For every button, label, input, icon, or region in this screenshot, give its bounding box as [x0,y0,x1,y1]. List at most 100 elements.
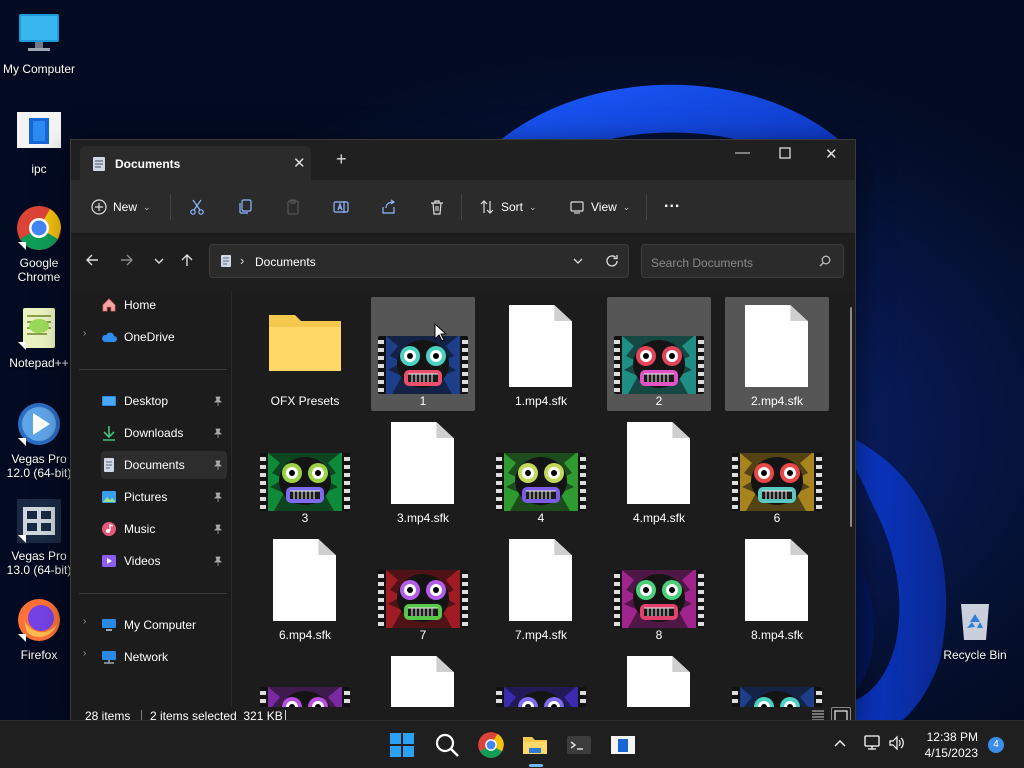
desktop-icon-label: Vegas Pro 13.0 (64-bit) [6,549,72,577]
file-name: 2.mp4.sfk [750,394,804,408]
search-placeholder: Search Documents [651,256,754,270]
folder-icon [523,737,547,754]
file-item[interactable]: 4 [489,414,593,528]
desktop-icon-label: My Computer [2,62,76,76]
taskbar-ipc[interactable] [609,731,637,759]
vertical-scrollbar[interactable] [847,291,855,707]
nav-item-downloads[interactable]: Downloads [101,419,227,447]
network-status-icon[interactable] [863,735,881,754]
video-thumbnail [496,453,586,511]
desktop-icon-label: Vegas Pro 12.0 (64-bit) [6,452,72,480]
file-item[interactable] [253,648,357,707]
generic-file-icon [509,539,572,621]
separator [461,194,462,220]
nav-item-onedrive[interactable]: OneDrive [101,323,227,351]
show-hidden-icons-button[interactable] [833,737,847,752]
file-item[interactable] [607,648,711,707]
nav-divider [79,593,227,594]
nav-item-music[interactable]: Music [101,515,227,543]
new-tab-button[interactable]: + [336,150,347,168]
close-tab-icon[interactable]: ✕ [293,154,306,172]
taskbar-file-explorer[interactable] [521,731,551,767]
file-item[interactable]: 8.mp4.sfk [725,531,829,645]
view-label: View [591,200,617,214]
video-thumbnail [614,570,704,628]
desktop-icon-recycle-bin[interactable]: Recycle Bin [936,596,1014,662]
file-item[interactable]: OFX Presets [253,297,357,411]
file-item[interactable]: 8 [607,531,711,645]
copy-button[interactable] [237,197,253,217]
taskbar-chrome[interactable] [477,731,505,759]
desktop-icon-chrome[interactable]: Google Chrome [0,204,78,284]
volume-icon[interactable] [888,735,906,754]
notification-badge[interactable]: 4 [988,737,1004,753]
file-item[interactable]: 7.mp4.sfk [489,531,593,645]
music-icon [102,522,116,536]
desktop-icon-firefox[interactable]: Firefox [0,596,78,662]
recent-locations-button[interactable] [153,255,165,270]
file-item[interactable]: 3 [253,414,357,528]
nav-item-videos[interactable]: Videos [101,547,227,575]
breadcrumb-documents[interactable]: Documents [255,255,316,269]
forward-button[interactable] [120,253,134,270]
nav-item-home[interactable]: Home [101,291,227,319]
start-button[interactable] [388,731,416,759]
desktop-icon-label: Recycle Bin [943,648,1007,662]
expand-network-icon[interactable]: › [83,648,86,659]
delete-button[interactable] [429,197,445,217]
address-bar[interactable]: › Documents [209,244,629,278]
desktop-icon-notepadpp[interactable]: Notepad++ [0,304,78,370]
file-item[interactable]: 3.mp4.sfk [371,414,475,528]
file-name: 3 [301,511,309,525]
paste-button[interactable] [285,197,301,217]
file-item[interactable]: 2.mp4.sfk [725,297,829,411]
clock[interactable]: 12:38 PM 4/15/2023 [918,729,978,761]
nav-item-network[interactable]: Network [101,643,227,671]
nav-item-pictures[interactable]: Pictures [101,483,227,511]
rename-button[interactable] [333,197,349,217]
more-options-button[interactable]: ... [664,193,680,213]
sort-button[interactable]: Sort ⌄ [479,197,537,217]
desktop-icon-vegas13[interactable]: Vegas Pro 13.0 (64-bit) [0,497,78,577]
file-item[interactable] [371,648,475,707]
expand-my-computer-icon[interactable]: › [83,616,86,627]
file-explorer-window: Documents ✕ + — ✕ New ⌄ Sort ⌄ View ⌄ ..… [70,139,856,726]
file-item[interactable]: 1.mp4.sfk [489,297,593,411]
new-button[interactable]: New ⌄ [91,197,151,217]
file-item[interactable]: 4.mp4.sfk [607,414,711,528]
address-dropdown-button[interactable] [572,255,584,270]
view-button[interactable]: View ⌄ [569,197,630,217]
taskbar-terminal[interactable] [565,731,593,759]
file-item[interactable]: 2 [607,297,711,411]
nav-item-documents[interactable]: Documents [101,451,227,479]
file-item[interactable]: 6.mp4.sfk [253,531,357,645]
taskbar-search-button[interactable] [433,731,461,759]
desktop-icon-vegas12[interactable]: Vegas Pro 12.0 (64-bit) [0,400,78,480]
monitor-icon [102,619,116,631]
refresh-button[interactable] [605,254,619,271]
back-button[interactable] [85,253,99,270]
file-item[interactable] [489,648,593,707]
maximize-button[interactable] [779,146,791,163]
scrollbar-thumb[interactable] [850,307,852,527]
generic-file-icon [391,422,454,504]
up-button[interactable] [180,253,194,270]
close-window-button[interactable]: ✕ [825,145,838,163]
search-icon [819,255,831,270]
tab-documents[interactable]: Documents ✕ [80,146,311,180]
file-item[interactable]: 1 [371,297,475,411]
desktop-icon-my-computer[interactable]: My Computer [0,10,78,76]
file-item[interactable]: 6 [725,414,829,528]
cut-button[interactable] [189,197,205,217]
minimize-button[interactable]: — [735,144,750,161]
file-item[interactable] [725,648,829,707]
chevron-down-icon: ⌄ [529,201,537,212]
nav-item-my-computer[interactable]: My Computer [101,611,227,639]
file-item[interactable]: 7 [371,531,475,645]
desktop-icon-ipc[interactable]: ipc [0,110,78,176]
share-button[interactable] [381,197,397,217]
search-input[interactable]: Search Documents [641,244,844,278]
home-icon [102,298,116,312]
expand-onedrive-icon[interactable]: › [83,328,86,339]
nav-item-desktop[interactable]: Desktop [101,387,227,415]
